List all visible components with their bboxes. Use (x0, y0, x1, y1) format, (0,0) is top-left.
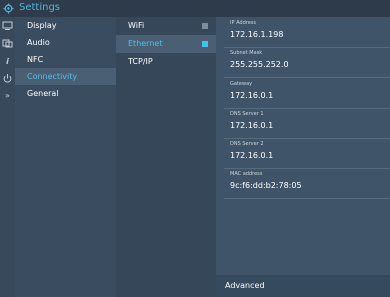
menu-item-nfc[interactable]: NFC (15, 51, 116, 68)
field-label: Gateway (230, 81, 253, 87)
settings-menu: Display Audio NFC Connectivity General (15, 17, 116, 297)
submenu-item-label: TCP/IP (128, 57, 153, 66)
menu-item-label: NFC (27, 55, 44, 64)
divider (224, 138, 390, 139)
mac-address-field: MAC address 9c:f6:dd:b2:78:05 (230, 171, 390, 192)
field-label: MAC address (230, 171, 263, 177)
divider (224, 108, 390, 109)
ip-address-field: IP Address 172.16.1.198 (230, 20, 390, 41)
menu-item-label: Audio (27, 38, 50, 47)
gateway-field: Gateway 172.16.0.1 (230, 81, 390, 102)
title-bar: Settings (0, 0, 390, 17)
field-value: 172.16.0.1 (230, 151, 274, 160)
submenu-item-wifi[interactable]: WiFi (116, 17, 216, 35)
field-value: 9c:f6:dd:b2:78:05 (230, 181, 302, 190)
field-value: 172.16.0.1 (230, 121, 274, 130)
display-icon[interactable] (2, 20, 13, 31)
submenu-item-label: WiFi (128, 21, 145, 30)
expand-icon[interactable]: » (2, 90, 13, 101)
field-label: DNS Server 2 (230, 141, 264, 147)
status-indicator (202, 41, 208, 47)
power-icon[interactable] (2, 73, 13, 84)
menu-item-label: General (27, 89, 59, 98)
menu-item-audio[interactable]: Audio (15, 34, 116, 51)
connectivity-submenu: WiFi Ethernet TCP/IP (116, 17, 216, 297)
menu-item-display[interactable]: Display (15, 17, 116, 34)
submenu-item-ethernet[interactable]: Ethernet (116, 35, 216, 53)
divider (224, 77, 390, 78)
field-label: Subnet Mask (230, 50, 263, 56)
divider (224, 198, 390, 199)
advanced-button[interactable]: Advanced (216, 275, 390, 297)
submenu-item-label: Ethernet (128, 39, 163, 48)
field-label: DNS Server 1 (230, 111, 264, 117)
subnet-mask-field: Subnet Mask 255.255.252.0 (230, 50, 390, 71)
info-icon[interactable]: i (2, 56, 13, 67)
menu-item-connectivity[interactable]: Connectivity (15, 68, 116, 85)
advanced-label: Advanced (225, 281, 265, 290)
icon-rail: i » (0, 17, 15, 297)
nfc-icon[interactable] (2, 38, 13, 49)
divider (224, 168, 390, 169)
gear-icon (3, 3, 14, 14)
field-label: IP Address (230, 20, 256, 26)
dns-server-2-field: DNS Server 2 172.16.0.1 (230, 141, 390, 162)
menu-item-label: Connectivity (27, 72, 78, 81)
status-indicator (202, 23, 208, 29)
field-value: 172.16.1.198 (230, 30, 284, 39)
menu-item-general[interactable]: General (15, 85, 116, 102)
field-value: 172.16.0.1 (230, 91, 274, 100)
menu-item-label: Display (27, 21, 57, 30)
field-value: 255.255.252.0 (230, 60, 289, 69)
dns-server-1-field: DNS Server 1 172.16.0.1 (230, 111, 390, 132)
submenu-item-tcpip[interactable]: TCP/IP (116, 53, 216, 71)
divider (224, 47, 390, 48)
ethernet-details: IP Address 172.16.1.198 Subnet Mask 255.… (216, 17, 390, 275)
app-title: Settings (19, 2, 61, 13)
